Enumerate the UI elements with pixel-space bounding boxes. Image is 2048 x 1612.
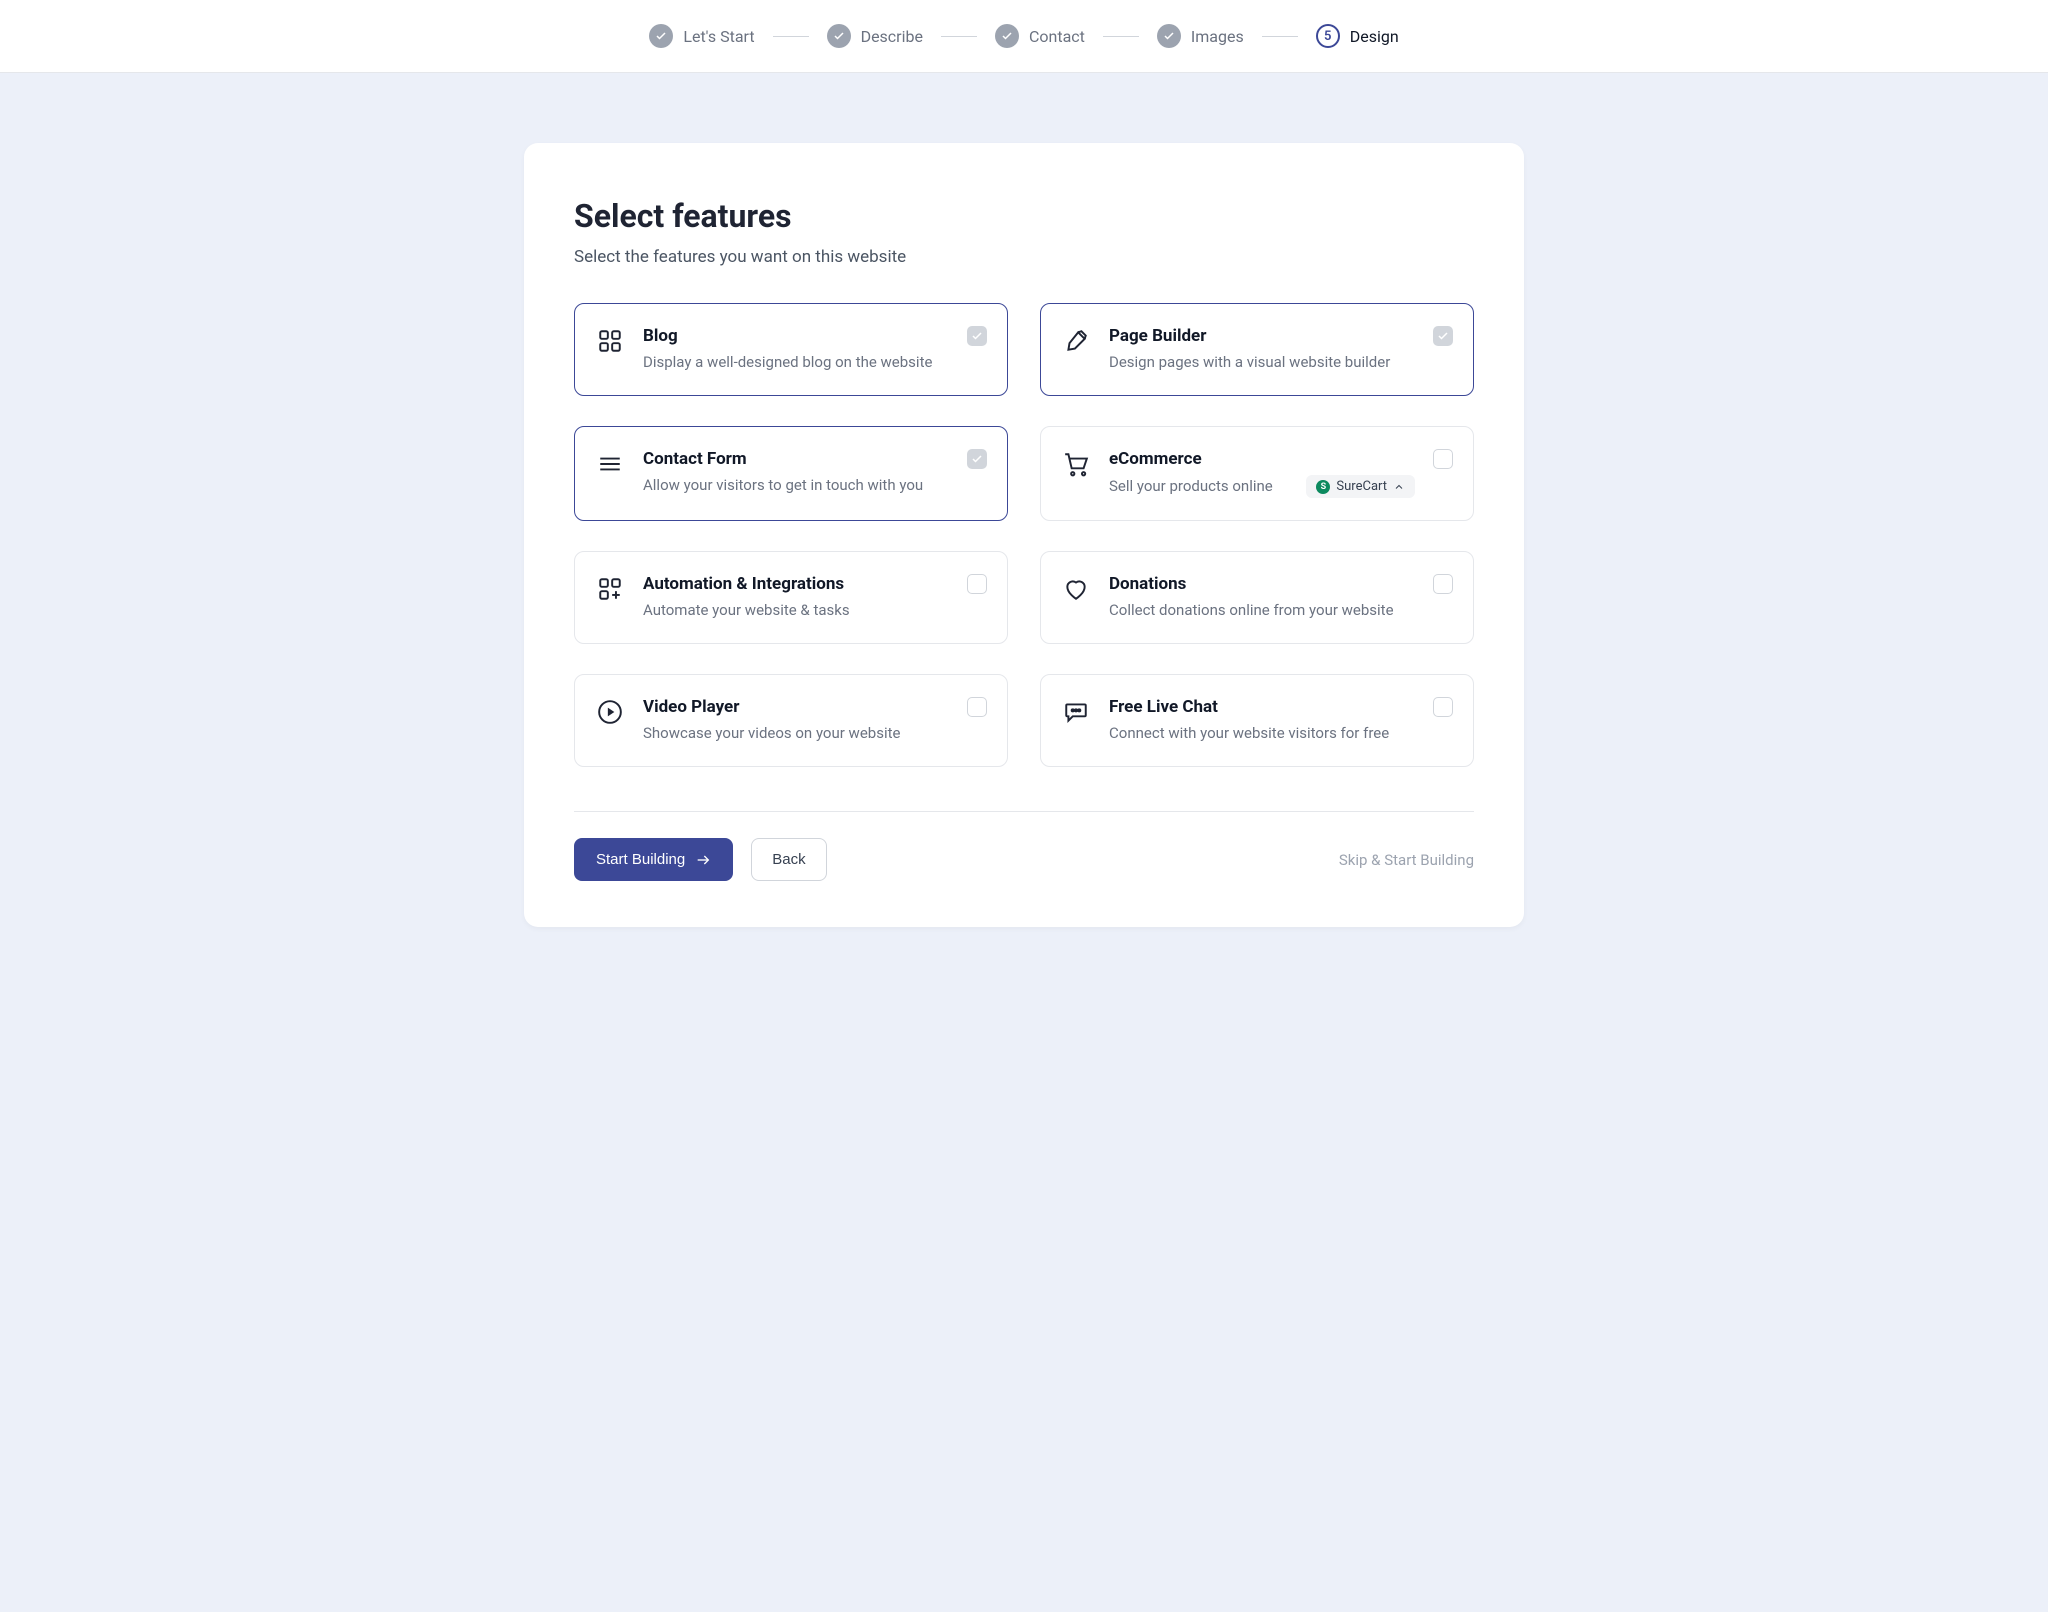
step-label: Describe xyxy=(861,27,923,46)
feature-desc: Connect with your website visitors for f… xyxy=(1109,723,1415,744)
feature-desc: Allow your visitors to get in touch with… xyxy=(643,475,949,496)
select-features-card: Select features Select the features you … xyxy=(524,143,1524,927)
feature-contact-form[interactable]: Contact Form Allow your visitors to get … xyxy=(574,426,1008,521)
features-grid: Blog Display a well-designed blog on the… xyxy=(574,303,1474,767)
badge-label: SureCart xyxy=(1336,479,1387,494)
feature-video-player[interactable]: Video Player Showcase your videos on you… xyxy=(574,674,1008,767)
stepper: Let's Start Describe Contact Images 5 De… xyxy=(0,0,2048,73)
step-separator xyxy=(1103,36,1139,37)
arrow-right-icon xyxy=(695,852,711,868)
step-separator xyxy=(773,36,809,37)
surecart-badge[interactable]: S SureCart xyxy=(1306,475,1415,498)
feature-title: Page Builder xyxy=(1109,326,1415,346)
step-number-icon: 5 xyxy=(1316,24,1340,48)
feature-live-chat[interactable]: Free Live Chat Connect with your website… xyxy=(1040,674,1474,767)
heart-icon xyxy=(1061,574,1091,604)
cart-icon xyxy=(1061,449,1091,479)
feature-desc: Sell your products online xyxy=(1109,476,1273,497)
step-separator xyxy=(941,36,977,37)
feature-title: Contact Form xyxy=(643,449,949,469)
step-contact[interactable]: Contact xyxy=(995,24,1085,48)
feature-title: Blog xyxy=(643,326,949,346)
step-images[interactable]: Images xyxy=(1157,24,1244,48)
page-subtitle: Select the features you want on this web… xyxy=(574,247,1474,267)
chat-icon xyxy=(1061,697,1091,727)
footer: Start Building Back Skip & Start Buildin… xyxy=(574,838,1474,881)
step-lets-start[interactable]: Let's Start xyxy=(649,24,754,48)
feature-checkbox[interactable] xyxy=(967,574,987,594)
badge-dot-icon: S xyxy=(1316,480,1330,494)
feature-desc: Design pages with a visual website build… xyxy=(1109,352,1415,373)
feature-blog[interactable]: Blog Display a well-designed blog on the… xyxy=(574,303,1008,396)
brush-icon xyxy=(1061,326,1091,356)
feature-desc: Automate your website & tasks xyxy=(643,600,949,621)
feature-automation[interactable]: Automation & Integrations Automate your … xyxy=(574,551,1008,644)
feature-page-builder[interactable]: Page Builder Design pages with a visual … xyxy=(1040,303,1474,396)
skip-start-building-link[interactable]: Skip & Start Building xyxy=(1339,851,1474,869)
feature-checkbox[interactable] xyxy=(967,697,987,717)
button-label: Start Building xyxy=(596,851,685,868)
feature-title: eCommerce xyxy=(1109,449,1415,469)
step-describe[interactable]: Describe xyxy=(827,24,923,48)
page-title: Select features xyxy=(574,197,1474,235)
grid-plus-icon xyxy=(595,574,625,604)
check-icon xyxy=(649,24,673,48)
start-building-button[interactable]: Start Building xyxy=(574,838,733,881)
feature-title: Free Live Chat xyxy=(1109,697,1415,717)
feature-checkbox[interactable] xyxy=(1433,449,1453,469)
step-label: Contact xyxy=(1029,27,1085,46)
step-separator xyxy=(1262,36,1298,37)
back-button[interactable]: Back xyxy=(751,838,826,881)
chevron-up-icon xyxy=(1393,481,1405,493)
feature-title: Video Player xyxy=(643,697,949,717)
check-icon xyxy=(995,24,1019,48)
step-label: Images xyxy=(1191,27,1244,46)
divider xyxy=(574,811,1474,812)
feature-checkbox[interactable] xyxy=(967,449,987,469)
feature-title: Donations xyxy=(1109,574,1415,594)
feature-desc: Showcase your videos on your website xyxy=(643,723,949,744)
feature-checkbox[interactable] xyxy=(1433,326,1453,346)
feature-checkbox[interactable] xyxy=(1433,697,1453,717)
feature-checkbox[interactable] xyxy=(1433,574,1453,594)
lines-icon xyxy=(595,449,625,479)
feature-donations[interactable]: Donations Collect donations online from … xyxy=(1040,551,1474,644)
play-icon xyxy=(595,697,625,727)
feature-desc: Collect donations online from your websi… xyxy=(1109,600,1415,621)
step-label: Design xyxy=(1350,27,1399,46)
feature-checkbox[interactable] xyxy=(967,326,987,346)
check-icon xyxy=(1157,24,1181,48)
grid-icon xyxy=(595,326,625,356)
check-icon xyxy=(827,24,851,48)
feature-title: Automation & Integrations xyxy=(643,574,949,594)
step-label: Let's Start xyxy=(683,27,754,46)
feature-desc: Display a well-designed blog on the webs… xyxy=(643,352,949,373)
step-design[interactable]: 5 Design xyxy=(1316,24,1399,48)
feature-ecommerce[interactable]: eCommerce Sell your products online S Su… xyxy=(1040,426,1474,521)
